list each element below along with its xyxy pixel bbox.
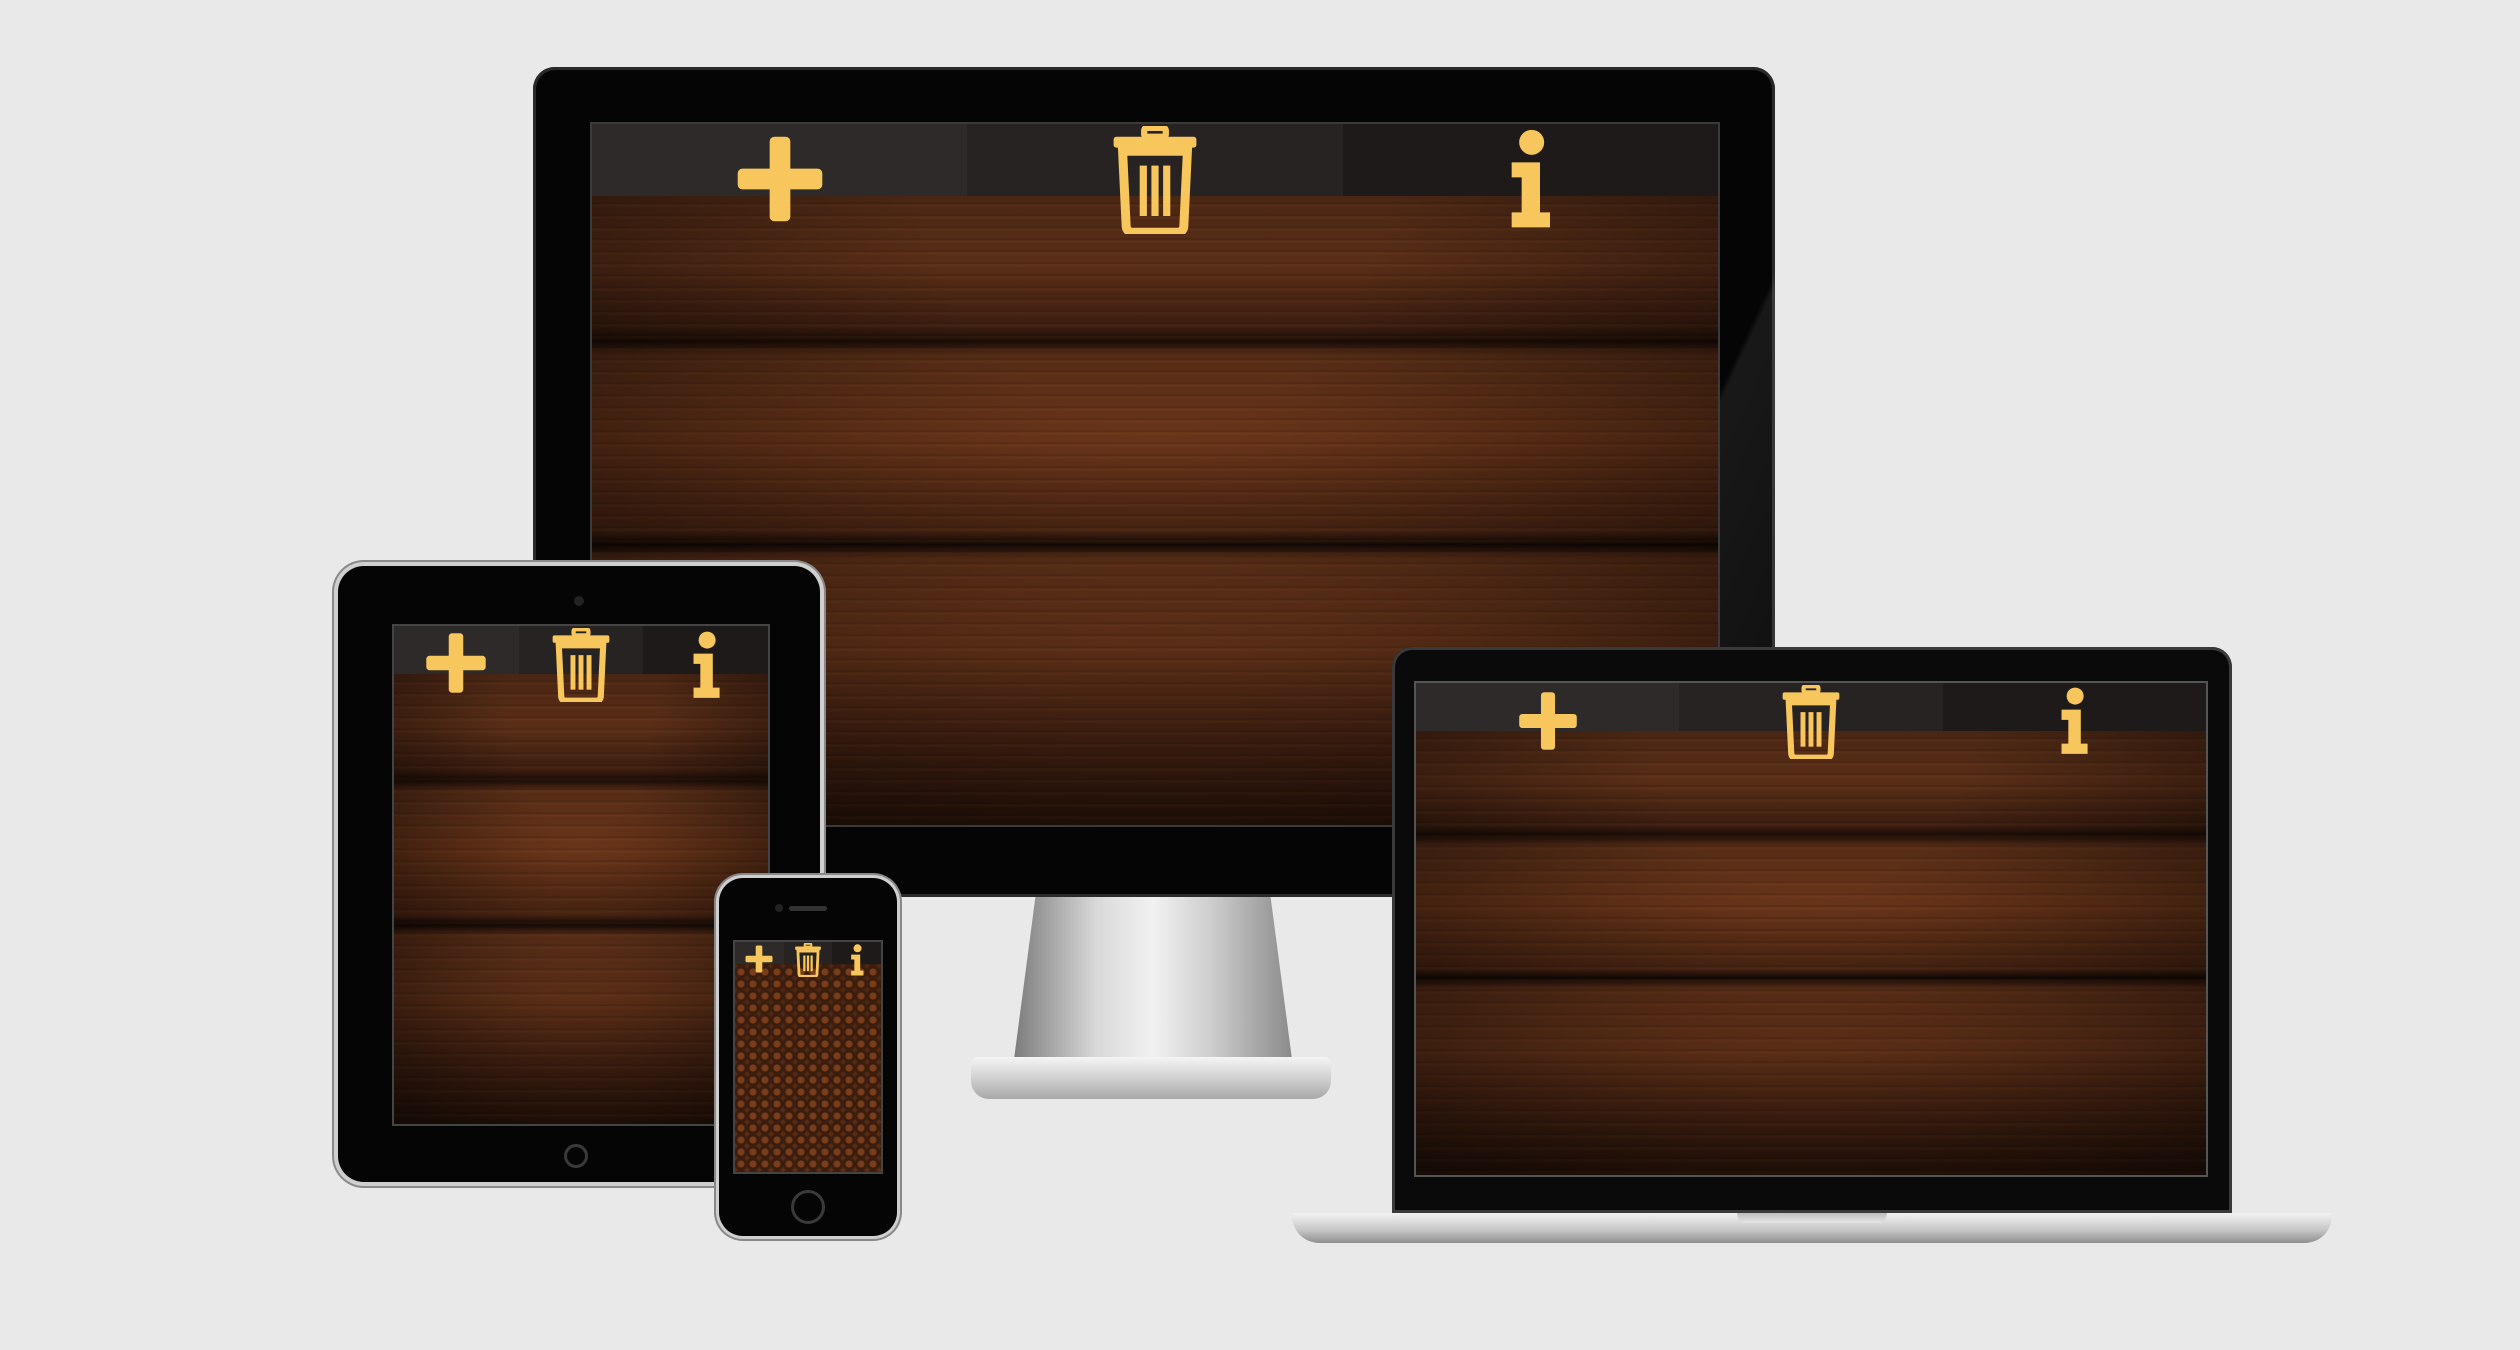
delete-button[interactable] (783, 942, 833, 964)
add-button[interactable] (735, 942, 784, 964)
navbar (394, 626, 768, 674)
phone-home-button[interactable] (791, 1190, 825, 1224)
info-icon (689, 628, 723, 702)
laptop-screen (1414, 681, 2208, 1177)
info-button[interactable] (643, 626, 768, 674)
navbar (735, 942, 881, 964)
phone (719, 878, 897, 1236)
info-button[interactable] (1342, 124, 1718, 196)
add-button[interactable] (394, 626, 519, 674)
navbar (1416, 683, 2206, 731)
trash-icon (1780, 685, 1842, 759)
info-icon (1505, 126, 1555, 232)
trash-icon (1110, 126, 1200, 234)
phone-screen (733, 940, 883, 1174)
delete-button[interactable] (518, 626, 644, 674)
tablet-camera (574, 596, 584, 606)
plus-icon (744, 944, 774, 974)
plus-icon (733, 132, 827, 226)
tablet-screen (392, 624, 770, 1126)
add-button[interactable] (592, 124, 968, 196)
trash-icon (794, 943, 822, 977)
plus-icon (423, 630, 489, 696)
laptop (1292, 647, 2332, 1247)
laptop-base (1292, 1213, 2332, 1243)
info-button[interactable] (832, 942, 881, 964)
laptop-lid (1392, 647, 2232, 1213)
monitor-stand (1013, 897, 1293, 1067)
phone-camera (775, 904, 783, 912)
delete-button[interactable] (967, 124, 1343, 196)
info-button[interactable] (1942, 683, 2206, 731)
phone-earpiece (789, 906, 827, 911)
add-button[interactable] (1416, 683, 1680, 731)
tablet-home-button[interactable] (564, 1144, 588, 1168)
info-icon (2057, 685, 2091, 757)
trash-icon (550, 628, 612, 702)
delete-button[interactable] (1679, 683, 1943, 731)
navbar (592, 124, 1718, 196)
monitor-stand-base (971, 1057, 1331, 1099)
info-icon (849, 943, 865, 977)
plus-icon (1516, 689, 1580, 753)
